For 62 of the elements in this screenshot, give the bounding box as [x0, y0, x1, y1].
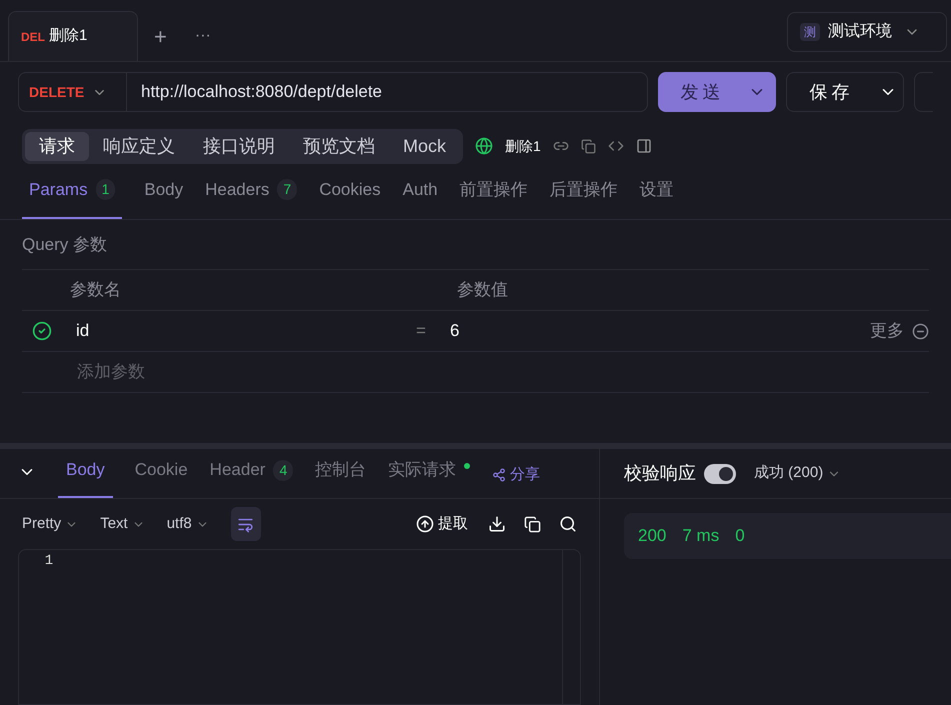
- format-dropdown[interactable]: Text: [100, 512, 145, 536]
- status-dropdown[interactable]: 成功 (200): [754, 462, 842, 485]
- param-tab[interactable]: Params 1: [22, 174, 122, 219]
- share-button[interactable]: 分享: [492, 464, 540, 486]
- method-label: DEL: [21, 28, 45, 46]
- summary-value: 200: [638, 525, 666, 548]
- param-value[interactable]: 6: [450, 318, 870, 344]
- format-dropdown[interactable]: utf8: [166, 512, 209, 536]
- view-tab[interactable]: 请求: [25, 132, 89, 160]
- environment-badge: 测: [800, 23, 820, 41]
- view-tab[interactable]: 接口说明: [189, 132, 289, 160]
- globe-icon[interactable]: [475, 137, 494, 155]
- param-name[interactable]: id: [76, 318, 416, 344]
- section-title: Query 参数: [22, 220, 929, 270]
- method-selector[interactable]: DELETE: [29, 82, 84, 102]
- param-tab[interactable]: Cookies: [319, 174, 381, 219]
- code-editor[interactable]: 1: [18, 549, 581, 705]
- share-icon: [492, 468, 506, 482]
- param-tab[interactable]: 后置操作: [550, 174, 618, 219]
- save-button[interactable]: 保存: [786, 72, 904, 112]
- download-icon[interactable]: [488, 515, 506, 533]
- param-tab[interactable]: Auth: [402, 174, 438, 219]
- param-tab[interactable]: 前置操作: [460, 174, 528, 219]
- line-number: 1: [44, 552, 54, 571]
- url-field[interactable]: DELETE http://localhost:8080/dept/delete: [18, 72, 648, 112]
- view-tab[interactable]: 预览文档: [289, 132, 389, 160]
- view-tab[interactable]: Mock: [389, 132, 460, 160]
- search-icon[interactable]: [559, 515, 577, 533]
- request-tab[interactable]: DEL 删除1: [8, 11, 138, 61]
- send-button[interactable]: 发送: [658, 72, 776, 112]
- format-dropdown[interactable]: Pretty: [22, 512, 78, 536]
- param-tab[interactable]: Headers 7: [205, 174, 298, 219]
- summary-value: 7 ms: [682, 525, 720, 548]
- add-tab-button[interactable]: +: [154, 20, 167, 52]
- response-tab[interactable]: Cookie: [134, 454, 188, 498]
- upload-icon: [416, 515, 434, 533]
- api-name: 删除1: [505, 136, 541, 156]
- column-header: 参数名: [70, 279, 122, 302]
- remove-icon[interactable]: [912, 322, 929, 340]
- wrap-button[interactable]: [230, 507, 261, 541]
- environment-selector[interactable]: 测 测试环境: [787, 12, 947, 52]
- response-tab[interactable]: Body: [58, 454, 113, 498]
- view-tab[interactable]: 响应定义: [89, 132, 189, 160]
- param-tab[interactable]: 设置: [640, 174, 674, 219]
- more-button[interactable]: ···: [194, 24, 211, 48]
- response-tab[interactable]: 实际请求: [388, 454, 470, 498]
- response-tab[interactable]: Header 4: [210, 454, 294, 498]
- url-text: http://localhost:8080/dept/delete: [140, 81, 382, 104]
- panel-icon[interactable]: [636, 138, 652, 154]
- environment-name: 测试环境: [828, 22, 892, 42]
- summary-value: 0: [735, 525, 745, 548]
- tab-title: 删除1: [49, 26, 88, 46]
- validate-toggle[interactable]: [704, 464, 736, 484]
- more-link[interactable]: 更多: [870, 318, 904, 344]
- extract-button[interactable]: 提取: [416, 512, 468, 536]
- copy-icon[interactable]: [524, 516, 541, 532]
- operator: =: [416, 320, 427, 342]
- validate-label: 校验响应: [624, 462, 696, 485]
- response-tab[interactable]: 控制台: [315, 454, 366, 498]
- column-header: 参数值: [457, 279, 508, 302]
- checkbox[interactable]: [32, 321, 52, 341]
- param-tab[interactable]: Body: [144, 174, 184, 219]
